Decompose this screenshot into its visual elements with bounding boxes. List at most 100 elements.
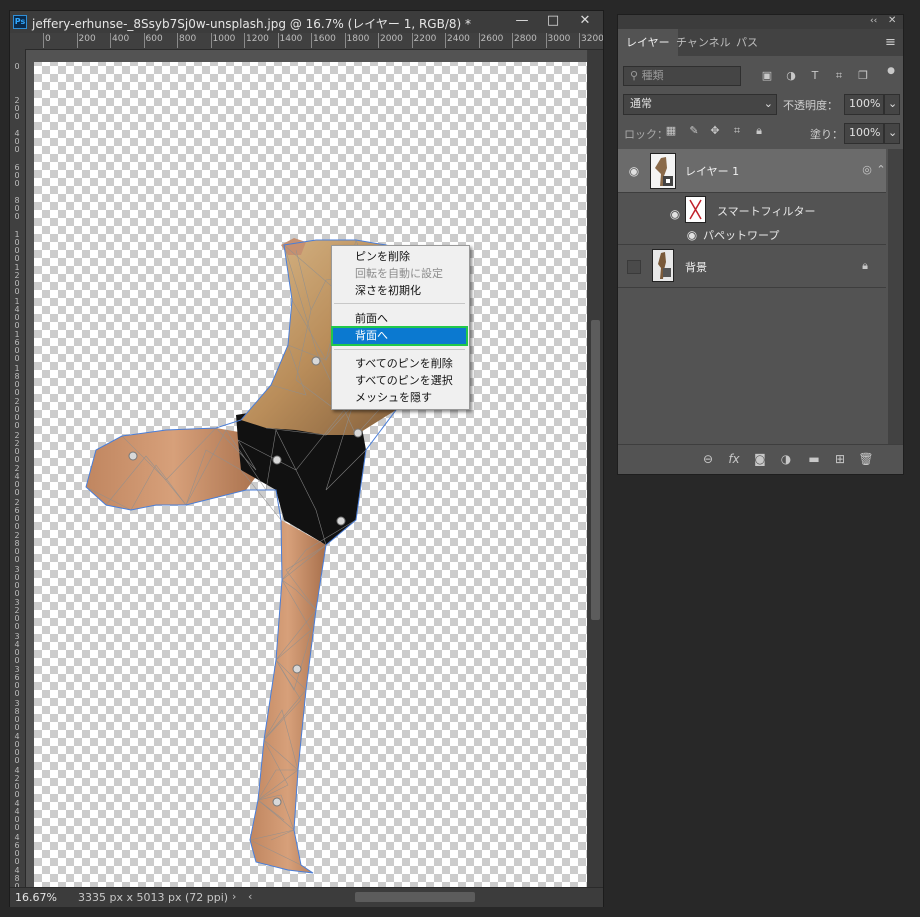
vertical-scroll-thumb[interactable] xyxy=(591,320,600,620)
fill-chevron-icon[interactable]: ⌄ xyxy=(884,123,900,144)
vertical-ruler-tick-label: 4000 xyxy=(14,732,20,765)
ruler-tick xyxy=(277,33,279,48)
new-group-icon[interactable]: ▬ xyxy=(806,451,822,467)
vertical-ruler-tick-label: 400 xyxy=(14,129,20,154)
ruler-tick xyxy=(579,33,580,48)
status-bar: 16.67% 3335 px x 5013 px (72 ppi) › ‹ xyxy=(10,887,603,907)
menu-item-delete-pin[interactable]: ピンを削除 xyxy=(333,249,466,265)
ruler-corner[interactable] xyxy=(10,33,25,49)
tab-paths[interactable]: パス xyxy=(728,29,766,56)
canvas-area[interactable] xyxy=(26,50,587,887)
menu-item-hide-mesh[interactable]: メッシュを隠す xyxy=(333,390,466,406)
horizontal-scroll-thumb[interactable] xyxy=(355,892,475,902)
eye-icon[interactable]: ◉ xyxy=(685,229,699,241)
vertical-ruler-tick-label: 0 xyxy=(14,62,20,71)
ruler-tick-label: 1600 xyxy=(313,34,336,44)
shape-filter-icon[interactable]: ⌗ xyxy=(832,69,846,83)
vertical-ruler-tick-label: 3200 xyxy=(14,598,20,631)
ruler-tick-label: 2800 xyxy=(514,34,537,44)
ruler-tick-label: 3200 xyxy=(581,34,603,44)
visibility-toggle-off[interactable] xyxy=(627,260,641,274)
panel-top-bar[interactable]: ‹‹ ✕ xyxy=(618,15,903,29)
link-layers-icon[interactable]: ⊖ xyxy=(700,451,716,467)
zoom-level[interactable]: 16.67% xyxy=(15,891,57,904)
document-title-bar[interactable]: Ps jeffery-erhunse-_8Ssyb7Sj0w-unsplash.… xyxy=(10,11,603,33)
ruler-tick-label: 600 xyxy=(145,34,163,44)
ruler-tick-label: 1000 xyxy=(212,34,236,44)
vertical-ruler-tick-label: 600 xyxy=(14,162,20,188)
type-filter-icon[interactable]: T xyxy=(808,69,822,83)
ruler-tick xyxy=(512,33,513,48)
lock-position-icon[interactable]: ✥ xyxy=(708,124,722,138)
eye-icon[interactable]: ◉ xyxy=(627,165,641,177)
double-chevron-icon[interactable]: ‹‹ xyxy=(870,16,877,26)
ruler-tick-label: 0 xyxy=(45,34,51,44)
new-layer-icon[interactable]: ⊞ xyxy=(832,451,848,467)
fx-icon[interactable]: fx xyxy=(726,451,742,467)
lock-all-icon[interactable]: 🔒︎ xyxy=(752,124,766,138)
menu-item-bring-forward[interactable]: 前面へ xyxy=(333,311,466,327)
adjustment-layer-icon[interactable]: ◑ xyxy=(778,451,794,467)
photoshop-icon: Ps xyxy=(13,15,27,29)
menu-item-select-all-pins[interactable]: すべてのピンを選択 xyxy=(333,373,466,389)
chevron-up-icon[interactable]: ⌃ xyxy=(874,163,888,177)
ruler-tick-label: 200 xyxy=(78,34,96,44)
opacity-label: 不透明度： xyxy=(783,99,838,112)
ruler-tick-label: 1200 xyxy=(246,34,269,44)
panel-menu-icon[interactable]: ≡ xyxy=(885,35,896,50)
eye-icon[interactable]: ◉ xyxy=(668,208,682,220)
ruler-tick xyxy=(43,33,44,48)
layer-name[interactable]: 背景 xyxy=(685,259,707,275)
lock-transparent-icon[interactable]: ▦ xyxy=(664,124,678,138)
smart-object-filter-icon[interactable]: ❐ xyxy=(856,69,870,83)
layers-scrollbar[interactable] xyxy=(888,149,903,444)
smart-filters-row[interactable]: ◉ スマートフィルター ◉ パペットワープ xyxy=(618,193,886,245)
trash-icon[interactable]: 🗑︎ xyxy=(858,451,874,467)
layers-panel-footer: ⊖ fx ◙ ◑ ▬ ⊞ 🗑︎ xyxy=(618,444,903,473)
ruler-tick xyxy=(210,33,212,48)
lock-label: ロック： xyxy=(624,128,668,141)
vertical-ruler-tick-label: 3800 xyxy=(14,698,20,732)
status-menu-arrow-icon[interactable]: › xyxy=(232,890,236,903)
document-window: Ps jeffery-erhunse-_8Ssyb7Sj0w-unsplash.… xyxy=(9,10,604,907)
adjustment-filter-icon[interactable]: ◑ xyxy=(784,69,798,83)
maximize-button[interactable]: □ xyxy=(539,11,567,31)
minimize-button[interactable]: — xyxy=(508,11,536,31)
add-mask-icon[interactable]: ◙ xyxy=(752,451,768,467)
filter-mask-thumbnail xyxy=(685,196,706,223)
layer-name[interactable]: レイヤー 1 xyxy=(685,163,739,179)
filter-kind-label: 種類 xyxy=(641,69,664,82)
horizontal-ruler[interactable]: 0 200 400 600 800 1000 1200 1400 1600 1800 2000 220… xyxy=(25,33,603,50)
layer-row-background[interactable]: 背景 🔒︎ xyxy=(618,246,886,288)
menu-item-send-backward[interactable]: 背面へ xyxy=(331,326,468,346)
canvas[interactable] xyxy=(26,50,587,887)
blend-mode-select[interactable]: 通常 ⌄ xyxy=(623,94,777,115)
lock-artboard-icon[interactable]: ⌗ xyxy=(730,124,744,138)
opacity-input[interactable]: 100% xyxy=(844,94,884,115)
opacity-chevron-icon[interactable]: ⌄ xyxy=(884,94,900,115)
close-button[interactable]: ✕ xyxy=(571,11,599,31)
ruler-tick xyxy=(177,33,178,48)
filter-toggle-icon[interactable]: ● xyxy=(884,64,898,78)
puppet-warp-filter[interactable]: パペットワープ xyxy=(703,227,779,243)
layer-thumbnail xyxy=(650,153,676,189)
layer-row-layer1[interactable]: ◉ レイヤー 1 ◎ ⌃ xyxy=(618,149,886,193)
vertical-scrollbar[interactable] xyxy=(588,50,603,887)
fill-input[interactable]: 100% xyxy=(844,123,884,144)
ruler-tick xyxy=(411,33,413,48)
vertical-ruler-tick-label: 1800 xyxy=(14,363,20,397)
menu-item-delete-all-pins[interactable]: すべてのピンを削除 xyxy=(333,356,466,372)
smart-filters-label: スマートフィルター xyxy=(717,205,816,218)
vertical-ruler-tick-label: 2200 xyxy=(14,430,20,464)
ruler-tick xyxy=(344,33,346,48)
vertical-ruler-tick-label: 4200 xyxy=(14,765,20,799)
menu-item-reset-depth[interactable]: 深さを初期化 xyxy=(333,283,466,299)
pixel-filter-icon[interactable]: ▣ xyxy=(760,69,774,83)
vertical-ruler-tick-label: 4800 xyxy=(14,866,20,888)
vertical-ruler-tick-label: 1000 xyxy=(14,229,20,263)
vertical-ruler[interactable]: 0 200 400 600 800 100012001400160018002000220… xyxy=(10,49,26,887)
scroll-left-arrow-icon[interactable]: ‹ xyxy=(248,890,252,903)
layer-filter-select[interactable]: ⚲ 種類 xyxy=(623,66,741,86)
lock-image-icon[interactable]: ✎ xyxy=(687,124,701,138)
close-icon[interactable]: ✕ xyxy=(888,15,896,26)
